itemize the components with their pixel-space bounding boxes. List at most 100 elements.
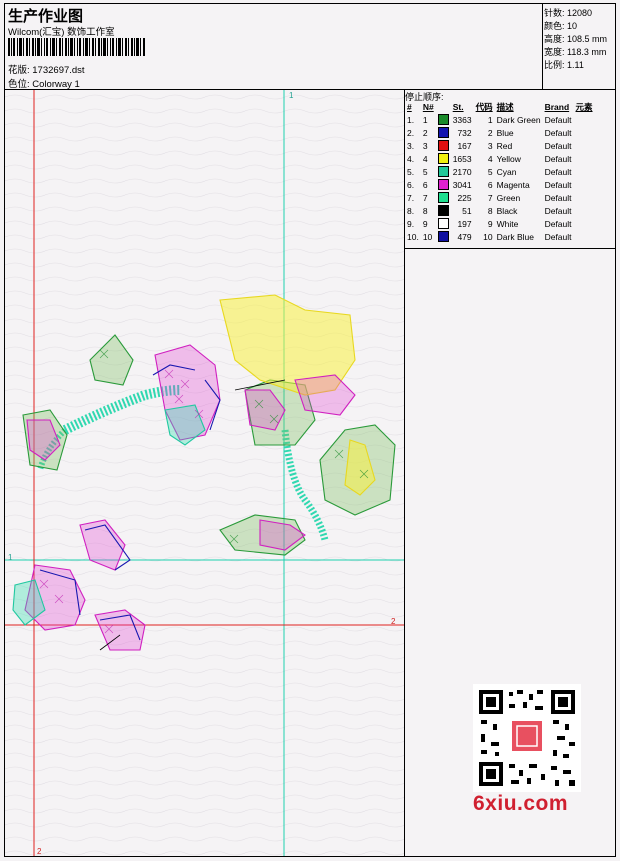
stats-panel: 针数: 12080 颜色: 10 高度: 108.5 mm 宽度: 118.3 … bbox=[543, 4, 615, 89]
page-title: 生产作业图 bbox=[8, 8, 84, 25]
row-element bbox=[574, 204, 595, 217]
row-brand: Default bbox=[544, 205, 572, 216]
color-count: 颜色: 10 bbox=[544, 21, 578, 31]
color-swatch-box bbox=[437, 179, 449, 191]
row-index: 10. bbox=[407, 231, 419, 242]
col-header-stitches: St. bbox=[452, 102, 464, 112]
color-swatch bbox=[436, 178, 451, 191]
table-row: 3. 3 167 3 Red Default bbox=[405, 139, 595, 152]
row-number: 4 bbox=[422, 153, 428, 164]
row-element bbox=[574, 126, 595, 139]
table-row: 7. 7 225 7 Green Default bbox=[405, 191, 595, 204]
color-swatch bbox=[436, 113, 451, 126]
table-row: 5. 5 2170 5 Cyan Default bbox=[405, 165, 595, 178]
row-index: 3. bbox=[407, 140, 415, 151]
row-brand: Default bbox=[544, 127, 572, 138]
row-description: Cyan bbox=[496, 166, 517, 177]
row-element bbox=[574, 178, 595, 191]
row-code: 1 bbox=[487, 114, 493, 125]
row-description: Blue bbox=[496, 127, 514, 138]
table-row: 2. 2 732 2 Blue Default bbox=[405, 126, 595, 139]
color-swatch bbox=[436, 204, 451, 217]
row-element bbox=[574, 217, 595, 230]
table-row: 10. 10 479 10 Dark Blue Default bbox=[405, 230, 595, 243]
row-code: 9 bbox=[487, 218, 493, 229]
row-brand: Default bbox=[544, 231, 572, 242]
color-swatch-box bbox=[437, 127, 449, 139]
production-worksheet: 生产作业图 Wilcom(汇宝) 数饰工作室 花版: 1732697.dst 色… bbox=[4, 3, 616, 857]
scale-factor: 比例: 1.11 bbox=[544, 60, 584, 70]
row-number: 7 bbox=[422, 192, 428, 203]
row-index: 6. bbox=[407, 179, 415, 190]
row-index: 2. bbox=[407, 127, 415, 138]
row-element bbox=[574, 113, 595, 126]
row-index: 1. bbox=[407, 114, 415, 125]
row-stitches: 197 bbox=[457, 218, 472, 229]
watermark: 6xiu.com bbox=[473, 792, 569, 815]
color-swatch-box bbox=[437, 166, 449, 178]
row-number: 10 bbox=[422, 231, 433, 242]
table-row: 1. 1 3363 1 Dark Green Default bbox=[405, 113, 595, 126]
guide-v2-label: 2 bbox=[37, 847, 42, 856]
row-description: Dark Green bbox=[496, 114, 541, 125]
row-code: 7 bbox=[487, 192, 493, 203]
row-element bbox=[574, 191, 595, 204]
color-swatch bbox=[436, 139, 451, 152]
row-description: Yellow bbox=[496, 153, 521, 164]
row-number: 6 bbox=[422, 179, 428, 190]
barcode bbox=[8, 38, 145, 56]
color-swatch bbox=[436, 152, 451, 165]
row-number: 1 bbox=[422, 114, 428, 125]
table-row: 8. 8 51 8 Black Default bbox=[405, 204, 595, 217]
table-row: 6. 6 3041 6 Magenta Default bbox=[405, 178, 595, 191]
row-index: 8. bbox=[407, 205, 415, 216]
row-stitches: 225 bbox=[457, 192, 472, 203]
row-stitches: 3363 bbox=[452, 114, 472, 125]
row-brand: Default bbox=[544, 179, 572, 190]
row-stitches: 167 bbox=[457, 140, 472, 151]
row-description: Dark Blue bbox=[496, 231, 534, 242]
row-code: 6 bbox=[487, 179, 493, 190]
col-header-index: # bbox=[407, 102, 412, 112]
design-height: 高度: 108.5 mm bbox=[544, 34, 608, 44]
guide-v1-label: 1 bbox=[289, 91, 294, 100]
row-element bbox=[574, 139, 595, 152]
col-header-element: 元素 bbox=[575, 102, 593, 112]
row-number: 9 bbox=[422, 218, 428, 229]
row-stitches: 51 bbox=[462, 205, 472, 216]
header-panel: 生产作业图 Wilcom(汇宝) 数饰工作室 花版: 1732697.dst 色… bbox=[5, 4, 543, 90]
row-code: 10 bbox=[483, 231, 493, 242]
row-code: 8 bbox=[487, 205, 493, 216]
row-description: White bbox=[496, 218, 519, 229]
row-brand: Default bbox=[544, 192, 572, 203]
color-swatch bbox=[436, 217, 451, 230]
colorway-label: 色位: Colorway 1 bbox=[8, 79, 80, 90]
row-number: 8 bbox=[422, 205, 428, 216]
stop-sequence-table: # N# St. 代码 描述 Brand 元素 1. 1 3363 1 Dark Gre… bbox=[405, 101, 595, 243]
row-index: 9. bbox=[407, 218, 415, 229]
guide-h2-label: 2 bbox=[391, 617, 396, 626]
row-element bbox=[574, 152, 595, 165]
row-stitches: 3041 bbox=[452, 179, 472, 190]
row-code: 4 bbox=[487, 153, 493, 164]
design-width: 宽度: 118.3 mm bbox=[544, 47, 607, 57]
guide-h1-label: 1 bbox=[8, 553, 13, 562]
stop-sequence-rows: 1. 1 3363 1 Dark Green Default 2. 2 732 2 Blue Defa… bbox=[405, 113, 595, 243]
qr-code bbox=[473, 684, 581, 792]
col-header-brand: Brand bbox=[544, 102, 570, 112]
row-brand: Default bbox=[544, 166, 572, 177]
col-header-number: N# bbox=[422, 102, 434, 112]
color-swatch bbox=[436, 230, 451, 243]
row-stitches: 1653 bbox=[452, 153, 472, 164]
stitch-count: 针数: 12080 bbox=[544, 8, 593, 18]
color-swatch-box bbox=[437, 192, 449, 204]
color-swatch-box bbox=[437, 140, 449, 152]
row-description: Green bbox=[496, 192, 521, 203]
table-divider bbox=[405, 248, 615, 249]
row-number: 2 bbox=[422, 127, 428, 138]
row-element bbox=[574, 165, 595, 178]
color-swatch-box bbox=[437, 114, 449, 126]
row-description: Red bbox=[496, 140, 513, 151]
color-swatch-box bbox=[437, 218, 449, 230]
col-header-description: 描述 bbox=[496, 102, 514, 112]
